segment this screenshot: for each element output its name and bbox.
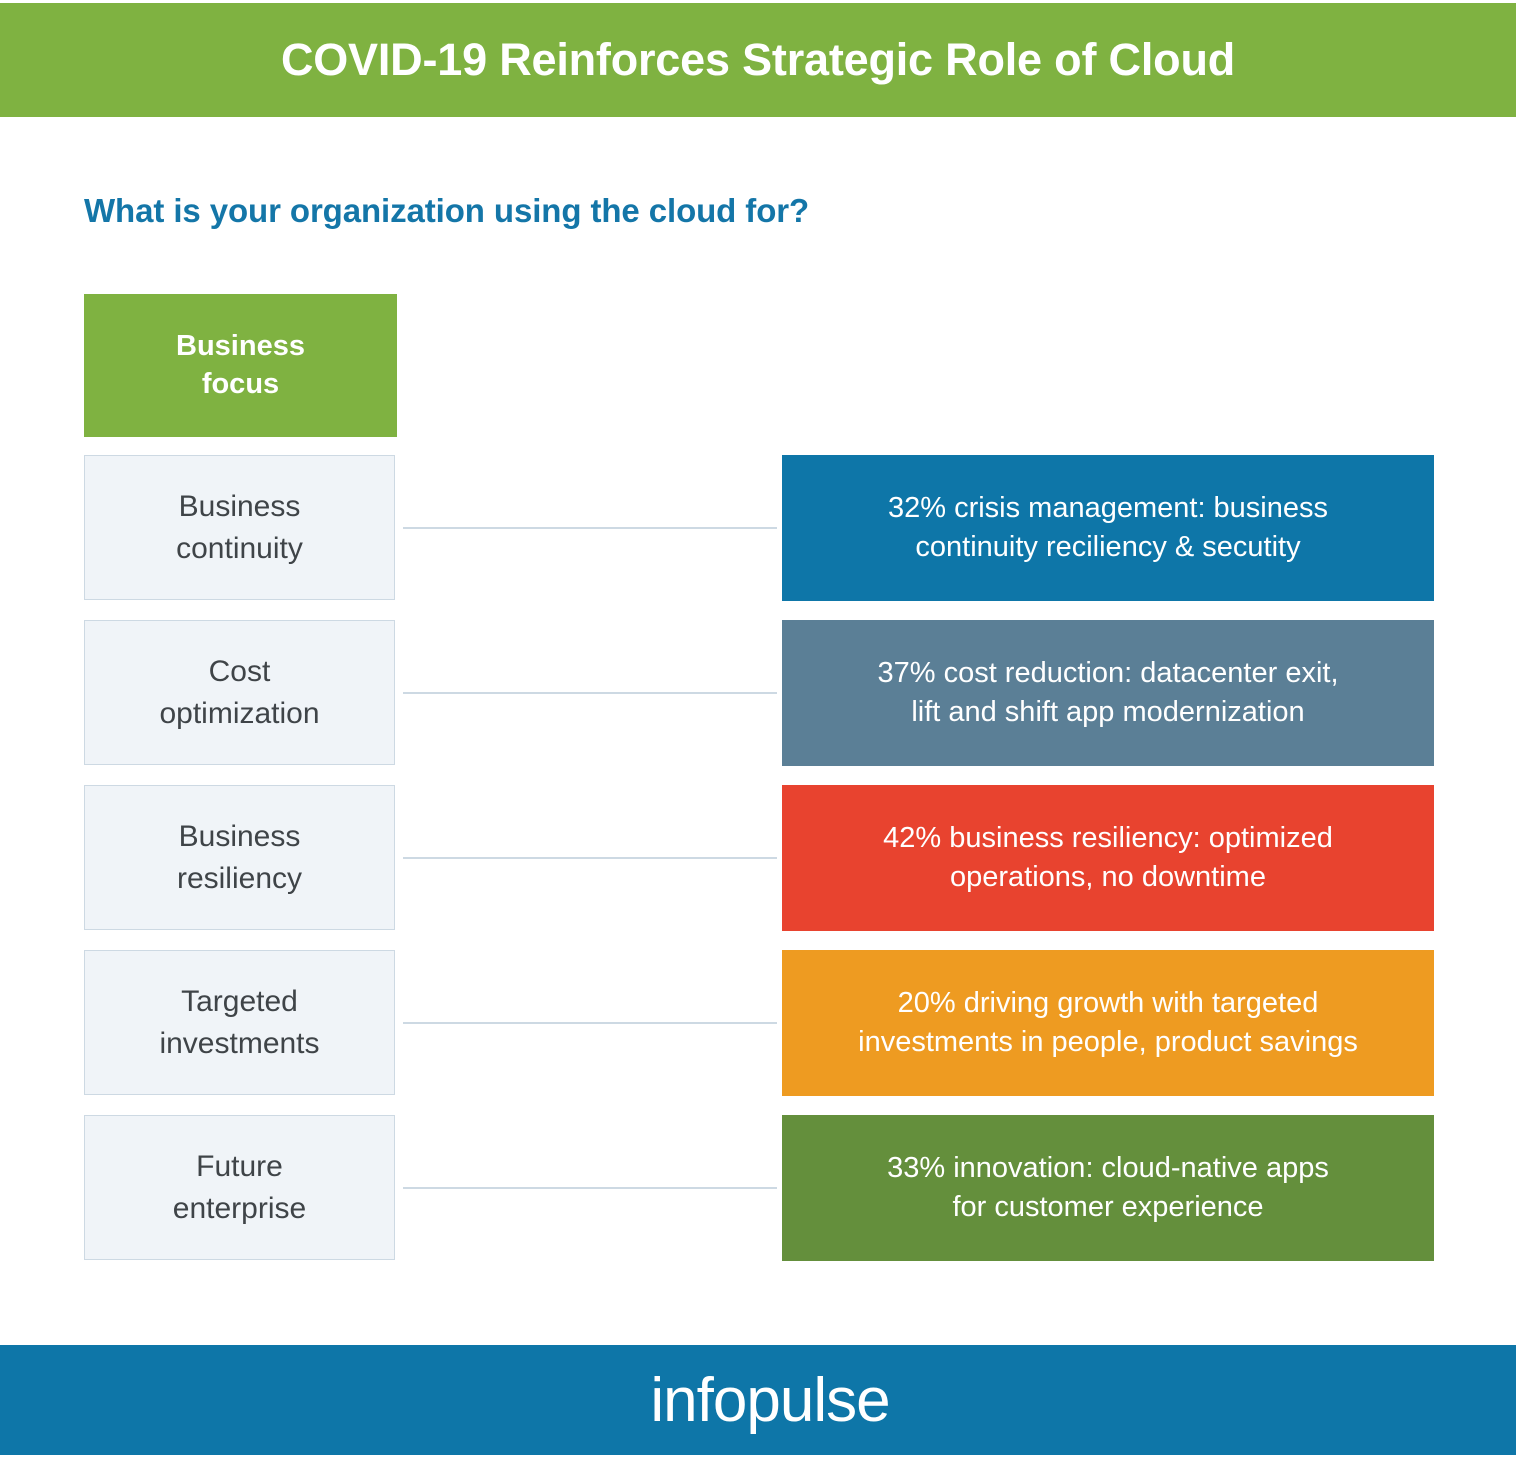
row-label-text: Cost optimization: [159, 651, 319, 734]
row-label-business-resiliency: Business resiliency: [84, 785, 395, 930]
row-label-targeted-investments: Targeted investments: [84, 950, 395, 1095]
business-focus-header-line1: Business: [176, 330, 305, 363]
header-band: COVID-19 Reinforces Strategic Role of Cl…: [0, 3, 1516, 117]
table-row: Cost optimization 37% cost reduction: da…: [0, 620, 1516, 767]
connector-line: [403, 692, 777, 694]
row-label-text: Future enterprise: [173, 1146, 306, 1229]
row-bar-business-continuity: 32% crisis management: business continui…: [782, 455, 1434, 601]
row-label-text: Business resiliency: [177, 816, 302, 899]
row-bar-line2: lift and shift app modernization: [911, 696, 1305, 728]
row-label-line2: investments: [159, 1026, 320, 1060]
row-bar-text: 20% driving growth with targeted investm…: [858, 984, 1358, 1062]
row-bar-text: 33% innovation: cloud-native apps for cu…: [887, 1149, 1329, 1227]
row-bar-line2: continuity reciliency & secutity: [915, 531, 1301, 563]
subtitle-question: What is your organization using the clou…: [84, 192, 810, 229]
business-focus-header: Business focus: [84, 294, 397, 437]
footer-band: infopulse: [0, 1345, 1516, 1455]
row-label-cost-optimization: Cost optimization: [84, 620, 395, 765]
row-label-line2: enterprise: [172, 1191, 307, 1225]
table-row: Targeted investments 20% driving growth …: [0, 950, 1516, 1097]
table-row: Future enterprise 33% innovation: cloud-…: [0, 1115, 1516, 1262]
row-label-line2: resiliency: [176, 861, 303, 895]
row-bar-text: 42% business resiliency: optimized opera…: [883, 819, 1333, 897]
row-label-line1: Cost: [208, 655, 271, 689]
row-bar-line1: 20% driving growth with targeted: [897, 987, 1319, 1020]
row-label-future-enterprise: Future enterprise: [84, 1115, 395, 1260]
connector-line: [403, 857, 777, 859]
row-label-line2: continuity: [176, 531, 303, 565]
connector-line: [403, 1187, 777, 1189]
table-row: Business continuity 32% crisis managemen…: [0, 455, 1516, 602]
row-bar-line1: 32% crisis management: business: [887, 492, 1329, 525]
row-label-line1: Business: [178, 820, 301, 854]
row-label-line1: Future: [196, 1150, 283, 1184]
infographic-page: COVID-19 Reinforces Strategic Role of Cl…: [0, 0, 1516, 1459]
infopulse-logo: infopulse: [650, 1365, 890, 1435]
row-bar-cost-optimization: 37% cost reduction: datacenter exit, lif…: [782, 620, 1434, 766]
row-label-line1: Targeted: [181, 985, 298, 1019]
connector-line: [403, 1022, 777, 1024]
row-label-text: Targeted investments: [159, 981, 319, 1064]
row-bar-line1: 37% cost reduction: datacenter exit,: [877, 657, 1339, 690]
row-bar-line2: for customer experience: [952, 1191, 1264, 1223]
business-focus-header-label: Business focus: [176, 328, 305, 402]
row-label-text: Business continuity: [176, 486, 303, 569]
row-bar-line1: 33% innovation: cloud-native apps: [887, 1152, 1329, 1185]
row-bar-line2: investments in people, product savings: [858, 1026, 1358, 1058]
business-focus-header-line2: focus: [201, 367, 280, 400]
page-title: COVID-19 Reinforces Strategic Role of Cl…: [280, 34, 1236, 86]
row-bar-future-enterprise: 33% innovation: cloud-native apps for cu…: [782, 1115, 1434, 1261]
row-bar-text: 37% cost reduction: datacenter exit, lif…: [877, 654, 1338, 732]
row-label-line1: Business: [178, 490, 301, 524]
row-bar-line1: 42% business resiliency: optimized: [883, 822, 1333, 855]
row-bar-targeted-investments: 20% driving growth with targeted investm…: [782, 950, 1434, 1096]
row-label-line2: optimization: [159, 696, 320, 730]
row-label-business-continuity: Business continuity: [84, 455, 395, 600]
row-bar-text: 32% crisis management: business continui…: [888, 489, 1328, 567]
row-bar-business-resiliency: 42% business resiliency: optimized opera…: [782, 785, 1434, 931]
connector-line: [403, 527, 777, 529]
table-row: Business resiliency 42% business resilie…: [0, 785, 1516, 932]
row-bar-line2: operations, no downtime: [950, 861, 1266, 893]
